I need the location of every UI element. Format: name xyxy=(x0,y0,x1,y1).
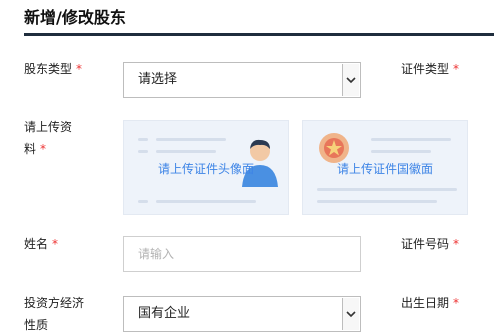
shareholder-type-label-text: 股东类型 xyxy=(24,62,73,76)
placeholder-line xyxy=(317,200,437,203)
shareholder-type-select[interactable]: 请选择 xyxy=(123,62,361,98)
investor-economy-label-line2: 性质 xyxy=(24,318,49,332)
investor-economy-label: 投资方经济 性质 xyxy=(24,292,84,336)
placeholder-line xyxy=(371,138,451,141)
placeholder-line xyxy=(156,200,256,203)
investor-economy-value: 国有企业 xyxy=(138,306,191,321)
placeholder-line xyxy=(138,150,148,153)
id-number-label: 证件号码 * xyxy=(401,233,459,255)
upload-label: 请上传资 料 * xyxy=(24,116,72,160)
placeholder-line xyxy=(156,150,216,153)
upload-portrait-card[interactable]: 请上传证件头像面 xyxy=(123,120,289,215)
upload-label-line2: 料 xyxy=(24,142,37,156)
chevron-down-icon xyxy=(342,64,359,96)
name-label-text: 姓名 xyxy=(24,237,49,251)
placeholder-line xyxy=(138,200,148,203)
upload-emblem-card[interactable]: 请上传证件国徽面 xyxy=(302,120,468,215)
placeholder-line xyxy=(371,150,431,153)
placeholder-line xyxy=(317,188,457,191)
shareholder-type-label: 股东类型 * xyxy=(24,58,82,80)
shareholder-type-value: 请选择 xyxy=(138,72,178,87)
required-marker: * xyxy=(453,237,460,251)
id-type-label: 证件类型 * xyxy=(401,58,459,80)
placeholder-line xyxy=(156,138,226,141)
name-label: 姓名 * xyxy=(24,233,58,255)
chevron-down-icon xyxy=(342,298,359,330)
birth-date-label-text: 出生日期 xyxy=(401,296,450,310)
upload-label-line1: 请上传资 xyxy=(24,120,73,134)
name-input-placeholder: 请输入 xyxy=(138,247,175,261)
investor-economy-label-line1: 投资方经济 xyxy=(24,296,85,310)
page-title: 新增/修改股东 xyxy=(24,8,126,27)
investor-economy-select[interactable]: 国有企业 xyxy=(123,296,361,332)
required-marker: * xyxy=(453,62,460,76)
id-type-label-text: 证件类型 xyxy=(401,62,450,76)
name-input[interactable]: 请输入 xyxy=(123,236,361,272)
required-marker: * xyxy=(76,62,83,76)
birth-date-label: 出生日期 * xyxy=(401,292,459,314)
upload-emblem-caption: 请上传证件国徽面 xyxy=(336,162,433,176)
required-marker: * xyxy=(453,296,460,310)
required-marker: * xyxy=(40,142,47,156)
title-divider xyxy=(24,33,494,36)
placeholder-line xyxy=(138,138,148,141)
id-number-label-text: 证件号码 xyxy=(401,237,450,251)
upload-portrait-caption: 请上传证件头像面 xyxy=(157,162,254,176)
required-marker: * xyxy=(52,237,59,251)
